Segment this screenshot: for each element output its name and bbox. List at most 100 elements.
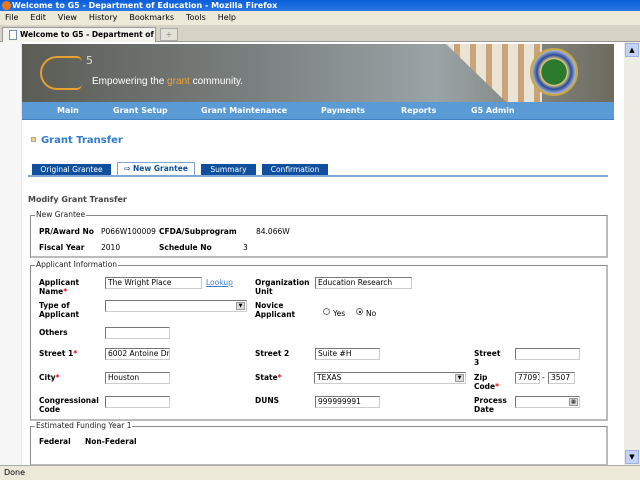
menu-edit[interactable]: Edit — [30, 13, 46, 22]
scroll-down-icon[interactable]: ▼ — [625, 450, 639, 464]
applicant-name-label: Applicant Name* — [39, 278, 99, 296]
yes-label: Yes — [333, 309, 346, 318]
schedule-label: Schedule No — [159, 243, 212, 252]
label-text: Zip Code — [474, 373, 496, 391]
street2-label: Street 2 — [255, 349, 290, 358]
nonfederal-label: Non-Federal — [85, 437, 137, 446]
nav-payments[interactable]: Payments — [321, 106, 365, 115]
browser-tab[interactable]: Welcome to G5 - Department of Edu... — [2, 27, 156, 53]
legend: Estimated Funding Year 1 — [35, 421, 133, 430]
others-input[interactable] — [105, 327, 170, 339]
street3-label: Street 3 — [474, 349, 501, 367]
label-text: State — [255, 373, 278, 382]
zip4-input[interactable]: 3507 — [548, 372, 575, 384]
menu-file[interactable]: File — [5, 13, 18, 22]
applicant-fieldset: Applicant Information Applicant Name* Th… — [30, 260, 608, 421]
main-nav: Main Grant Setup Grant Maintenance Payme… — [22, 102, 614, 120]
g5-logo — [40, 56, 82, 90]
process-date-label: Process Date — [474, 396, 507, 414]
menu-bar: File Edit View History Bookmarks Tools Help — [0, 11, 640, 25]
street3-input[interactable] — [515, 348, 580, 360]
window-title: Welcome to G5 - Department of Education … — [0, 0, 640, 11]
menu-view[interactable]: View — [58, 13, 77, 22]
status-bar: Done — [0, 465, 640, 480]
legend: New Grantee — [35, 210, 87, 219]
nav-main[interactable]: Main — [57, 106, 79, 115]
pr-label: PR/Award No — [39, 227, 94, 236]
tab-new-grantee-label: New Grantee — [132, 164, 188, 173]
nav-g5-admin[interactable]: G5 Admin — [471, 106, 515, 115]
required-marker: * — [495, 382, 500, 391]
department-seal-icon — [530, 48, 578, 96]
federal-label: Federal — [39, 437, 71, 446]
fy-label: Fiscal Year — [39, 243, 85, 252]
schedule-value: 3 — [243, 243, 248, 252]
nav-grant-setup[interactable]: Grant Setup — [113, 106, 168, 115]
vertical-scrollbar[interactable]: ▲ ▼ — [624, 42, 640, 465]
process-date-input[interactable]: ▦ — [515, 396, 580, 408]
zip-input[interactable]: 77091 — [515, 372, 540, 384]
legend: Applicant Information — [35, 260, 119, 269]
section-heading: Modify Grant Transfer — [28, 195, 127, 204]
bookshelf-image — [446, 44, 542, 102]
street1-label: Street 1* — [39, 349, 77, 358]
calendar-icon[interactable]: ▦ — [569, 398, 578, 406]
org-unit-label: Organization Unit — [255, 278, 310, 296]
cfda-value: 84.066W — [256, 227, 290, 236]
state-value: TEXAS — [317, 373, 342, 382]
pr-value: P066W100009 — [101, 227, 156, 236]
label-text: Street 1 — [39, 349, 74, 358]
org-unit-input[interactable]: Education Research — [315, 277, 412, 289]
others-label: Others — [39, 328, 68, 337]
street1-input[interactable]: 6002 Antoine Driv — [105, 348, 170, 360]
state-select[interactable]: TEXAS ▼ — [314, 372, 466, 384]
city-input[interactable]: Houston — [105, 372, 170, 384]
city-label: City* — [39, 373, 60, 382]
menu-bookmarks[interactable]: Bookmarks — [129, 13, 174, 22]
label-text: City — [39, 373, 56, 382]
page-title: Grant Transfer — [41, 135, 123, 146]
firefox-icon — [2, 1, 11, 10]
tagline: Empowering the grant community. — [92, 76, 243, 87]
nav-reports[interactable]: Reports — [401, 106, 436, 115]
menu-tools[interactable]: Tools — [186, 13, 206, 22]
title-bullet-icon — [31, 137, 36, 142]
new-tab-button[interactable]: + — [160, 28, 178, 41]
scroll-up-icon[interactable]: ▲ — [625, 43, 639, 57]
zip-label: Zip Code* — [474, 373, 504, 391]
novice-label: Novice Applicant — [255, 301, 296, 319]
required-marker: * — [63, 287, 68, 296]
page-content: 5 Empowering the grant community. Main G… — [0, 42, 624, 465]
fy-value: 2010 — [101, 243, 121, 252]
type-select[interactable]: ▼ — [105, 300, 247, 312]
congressional-label: Congressional Code — [39, 396, 99, 414]
tagline-accent: grant — [167, 76, 190, 87]
dropdown-arrow-icon: ▼ — [236, 302, 245, 310]
type-label: Type of Applicant — [39, 301, 80, 319]
menu-help[interactable]: Help — [218, 13, 236, 22]
left-margin — [0, 42, 22, 465]
tab-underline — [28, 175, 608, 177]
required-marker: * — [55, 373, 60, 382]
menu-history[interactable]: History — [89, 13, 117, 22]
new-grantee-fieldset: New Grantee PR/Award No P066W100009 CFDA… — [30, 210, 608, 258]
state-label: State* — [255, 373, 282, 382]
no-label: No — [366, 309, 377, 318]
cfda-label: CFDA/Subprogram — [159, 227, 237, 236]
label-text: Applicant Name — [39, 278, 80, 296]
novice-yes-radio[interactable] — [323, 308, 330, 315]
tagline-pre: Empowering the — [92, 76, 168, 87]
nav-grant-maintenance[interactable]: Grant Maintenance — [201, 106, 287, 115]
required-marker: * — [73, 349, 78, 358]
street2-input[interactable]: Suite #H — [315, 348, 380, 360]
tagline-post: community. — [189, 76, 244, 87]
congressional-input[interactable] — [105, 396, 170, 408]
duns-input[interactable]: 999999991 — [315, 396, 380, 408]
applicant-name-input[interactable]: The Wright Place — [105, 277, 202, 289]
g5-logo-sup: 5 — [86, 54, 93, 67]
banner: 5 Empowering the grant community. — [22, 44, 614, 102]
lookup-link[interactable]: Lookup — [206, 278, 233, 287]
dropdown-arrow-icon: ▼ — [455, 374, 464, 382]
arrow-icon: ⇨ — [124, 164, 133, 173]
novice-no-radio[interactable] — [356, 308, 363, 315]
